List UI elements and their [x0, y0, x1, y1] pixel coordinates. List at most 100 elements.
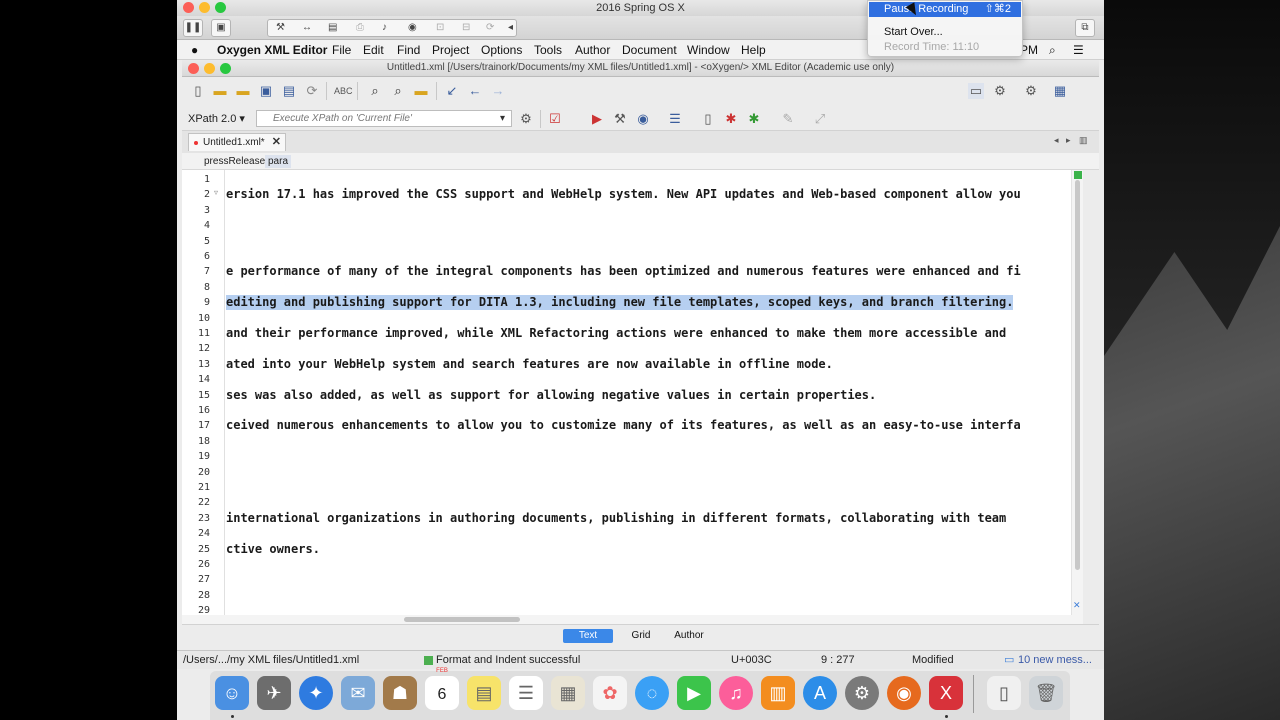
configure-transformation-icon[interactable]: ⚒ [612, 111, 628, 127]
menu-edit[interactable]: Edit [363, 42, 384, 58]
validate-icon[interactable]: ☑ [547, 111, 563, 127]
close-tab-icon[interactable]: ✕ [272, 134, 281, 151]
minimize-window-button[interactable] [199, 2, 210, 13]
xpath-version-dropdown[interactable]: XPath 2.0 ▾ [188, 112, 245, 125]
fold-toggle-icon[interactable]: ▿ [214, 188, 218, 197]
mode-author-button[interactable]: Author [669, 629, 709, 643]
document-structure-icon[interactable]: ▯ [700, 111, 716, 127]
downloads-stack-icon[interactable]: ▯ [987, 676, 1021, 710]
calendar-icon[interactable]: FEB 6 [425, 668, 459, 710]
code-line[interactable]: e performance of many of the integral co… [226, 264, 1021, 279]
code-area[interactable]: ersion 17.1 has improved the CSS support… [226, 170, 1070, 615]
messages-app-icon[interactable]: ◌ [635, 676, 669, 710]
menu-project[interactable]: Project [432, 42, 469, 58]
system-preferences-icon[interactable]: ⚙ [845, 676, 879, 710]
wrench-icon[interactable]: ⚒ [276, 20, 285, 36]
trash-icon[interactable]: 🗑 [1029, 676, 1063, 710]
vertical-scrollbar[interactable]: ✕ [1071, 170, 1083, 615]
drive-icon[interactable]: ▤ [328, 20, 337, 36]
code-line[interactable]: ses was also added, as well as support f… [226, 388, 876, 403]
start-over-menu-item[interactable]: Start Over... [884, 26, 943, 38]
tab-untitled1[interactable]: Untitled1.xml* ✕ [188, 133, 286, 151]
spell-check-icon[interactable]: ABC [334, 83, 353, 99]
menu-app-name[interactable]: Oxygen XML Editor [217, 42, 327, 58]
close-window-button[interactable] [183, 2, 194, 13]
code-line[interactable]: international organizations in authoring… [226, 511, 1006, 526]
sound-icon[interactable]: ♪ [382, 20, 387, 36]
horizontal-scrollbar[interactable] [182, 615, 1083, 624]
reminders-icon[interactable]: ☰ [509, 676, 543, 710]
code-line[interactable]: editing and publishing support for DITA … [226, 295, 1014, 311]
expand-icon[interactable]: ✕ [1073, 600, 1081, 611]
refactor-icon[interactable]: ✱ [723, 111, 739, 127]
code-line[interactable]: and their performance improved, while XM… [226, 326, 1006, 341]
menu-author[interactable]: Author [575, 42, 610, 58]
camera-icon[interactable]: ◉ [408, 20, 417, 36]
maps-icon[interactable]: ▦ [551, 676, 585, 710]
menu-help[interactable]: Help [741, 42, 766, 58]
annotate-icon[interactable]: ✱ [746, 111, 762, 127]
save-icon[interactable]: ▣ [258, 83, 274, 99]
new-file-icon[interactable]: ▯ [190, 83, 206, 99]
last-modification-icon[interactable]: ↙ [444, 83, 460, 99]
preview-icon[interactable]: ✉ [341, 676, 375, 710]
facetime-icon[interactable]: ▶ [677, 676, 711, 710]
refresh-icon[interactable]: ⟳ [486, 20, 494, 36]
firefox-icon[interactable]: ◉ [887, 676, 921, 710]
find-folder-icon[interactable]: ▬ [413, 83, 429, 99]
debug-scenario-icon[interactable]: ◉ [635, 111, 651, 127]
photos-icon[interactable]: ✿ [593, 676, 627, 710]
resize-icon[interactable]: ↔ [302, 20, 312, 36]
finder-icon[interactable]: ☺ [215, 676, 249, 710]
editor-zoom-button[interactable] [220, 63, 231, 74]
open-url-icon[interactable]: ▬ [235, 83, 251, 99]
menu-file[interactable]: File [332, 42, 351, 58]
save-all-icon[interactable]: ▤ [281, 83, 297, 99]
pause-recording-menu-item[interactable]: Pause Recording ⇧⌘2 [869, 2, 1021, 17]
itunes-icon[interactable]: ♫ [719, 676, 753, 710]
code-line[interactable]: ceived numerous enhancements to allow yo… [226, 418, 1021, 433]
snapshot-button[interactable]: ▣ [211, 19, 231, 37]
code-line[interactable]: ated into your WebHelp system and search… [226, 357, 833, 372]
spotlight-search-icon[interactable]: ⌕ [1049, 42, 1056, 58]
xquery-debugger-icon[interactable]: ⚙ [1023, 83, 1039, 99]
horizontal-scroll-thumb[interactable] [404, 617, 520, 622]
fullscreen-button[interactable]: ⧉ [1075, 19, 1095, 37]
contacts-icon[interactable]: ☗ [383, 676, 417, 710]
find-in-files-icon[interactable]: ⌕ [390, 83, 406, 99]
menu-tools[interactable]: Tools [534, 42, 562, 58]
status-new-messages[interactable]: 10 new mess... [1018, 654, 1092, 667]
tab-scroll-right-icon[interactable]: ▸ [1066, 135, 1071, 146]
link-icon[interactable]: ⤢ [812, 111, 828, 127]
editor-layout-icon[interactable]: ▭ [968, 83, 984, 99]
menu-find[interactable]: Find [397, 42, 420, 58]
messages-icon[interactable]: ▭ [1004, 654, 1014, 667]
usb-icon[interactable]: ⊟ [462, 20, 470, 36]
breadcrumb-item-para[interactable]: para [265, 155, 292, 168]
apple-icon[interactable]: ● [191, 42, 198, 58]
tab-list-icon[interactable]: ▥ [1079, 135, 1088, 146]
apply-transformation-icon[interactable]: ▶ [589, 111, 605, 127]
menu-options[interactable]: Options [481, 42, 522, 58]
notes-icon[interactable]: ▤ [467, 676, 501, 710]
forward-arrow-icon[interactable]: → [490, 83, 506, 99]
editor-minimize-button[interactable] [204, 63, 215, 74]
pause-vm-button[interactable]: ❚❚ [183, 19, 203, 37]
menu-window[interactable]: Window [687, 42, 730, 58]
menu-document[interactable]: Document [622, 42, 677, 58]
back-arrow-icon[interactable]: ← [467, 83, 483, 99]
find-icon[interactable]: ⌕ [367, 83, 383, 99]
mode-text-button[interactable]: Text [563, 629, 613, 643]
xpath-input[interactable]: Execute XPath on 'Current File' ▾ [256, 110, 512, 127]
launchpad-icon[interactable]: ✈ [257, 676, 291, 710]
chevron-left-icon[interactable]: ◂ [508, 20, 513, 36]
code-line[interactable]: ctive owners. [226, 542, 320, 557]
xpath-settings-icon[interactable]: ⚙ [518, 111, 534, 127]
edit-tag-icon[interactable]: ✎ [780, 111, 796, 127]
mode-grid-button[interactable]: Grid [623, 629, 659, 643]
code-line[interactable]: ersion 17.1 has improved the CSS support… [226, 187, 1021, 202]
breadcrumb-item-pressrelease[interactable]: pressRelease [201, 155, 268, 168]
xslt-debugger-icon[interactable]: ⚙ [992, 83, 1008, 99]
lock-icon[interactable]: ⊡ [436, 20, 444, 36]
editor-close-button[interactable] [188, 63, 199, 74]
